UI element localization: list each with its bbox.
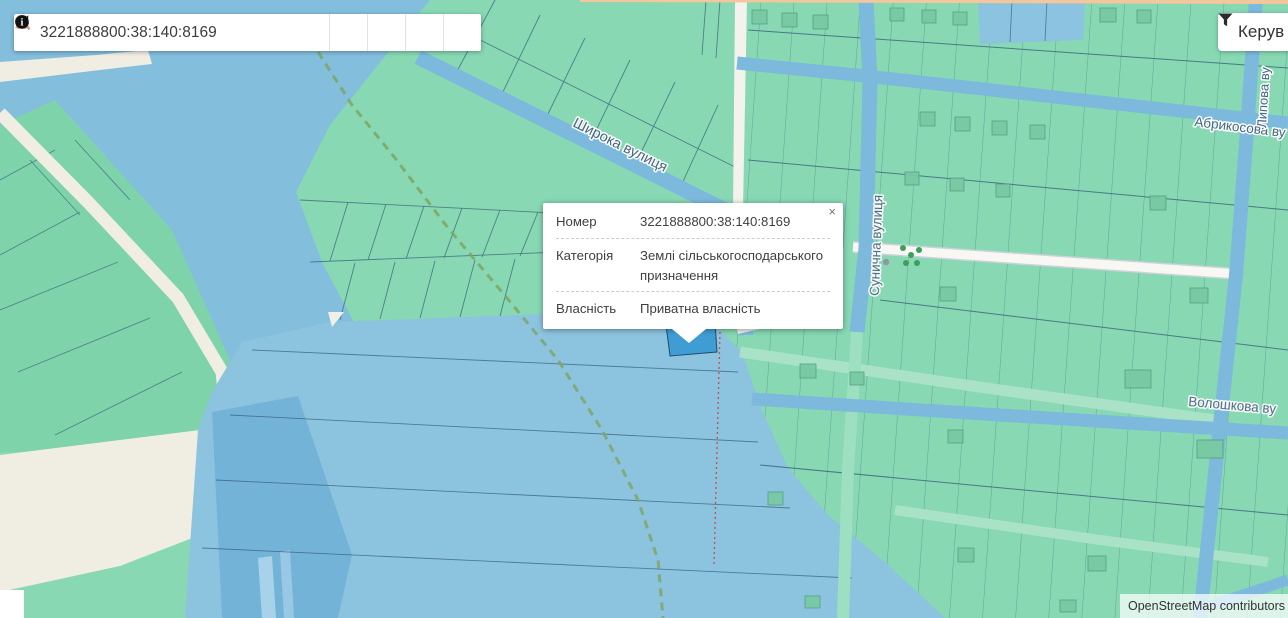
layers-button[interactable]: Керув	[1218, 13, 1288, 51]
osm-attribution-link[interactable]: OpenStreetMap contributors |	[1128, 599, 1288, 613]
parcel-info-popup: × Номер 3221888800:38:140:8169 Категорія…	[543, 203, 843, 329]
warning-button[interactable]	[367, 14, 405, 51]
popup-label: Власність	[556, 299, 640, 319]
map-application: Широка вулиця Сунична вулиця Абрикосова …	[0, 0, 1288, 618]
popup-tail	[672, 329, 706, 343]
layers-button-label: Керув	[1238, 22, 1284, 42]
svg-text:i: i	[21, 18, 24, 29]
download-button[interactable]	[329, 14, 367, 51]
popup-close-button[interactable]: ×	[828, 205, 836, 219]
popup-value: Приватна власність	[640, 299, 830, 319]
search-input[interactable]	[38, 23, 329, 43]
popup-value: Землі сільськогосподарського призначення	[640, 246, 830, 286]
popup-label: Категорія	[556, 246, 640, 286]
popup-row-number: Номер 3221888800:38:140:8169	[556, 205, 830, 239]
popup-row-category: Категорія Землі сільськогосподарського п…	[556, 239, 830, 293]
info-button[interactable]: i	[443, 14, 481, 51]
popup-row-ownership: Власність Приватна власність	[556, 292, 830, 325]
popup-value: 3221888800:38:140:8169	[640, 212, 830, 232]
map-attribution: OpenStreetMap contributors |	[1120, 594, 1288, 618]
blue-block-top	[978, 0, 1085, 44]
refresh-button[interactable]	[405, 14, 443, 51]
search-bar: i	[14, 14, 481, 51]
unloaded-tile	[0, 590, 24, 618]
popup-label: Номер	[556, 212, 640, 232]
